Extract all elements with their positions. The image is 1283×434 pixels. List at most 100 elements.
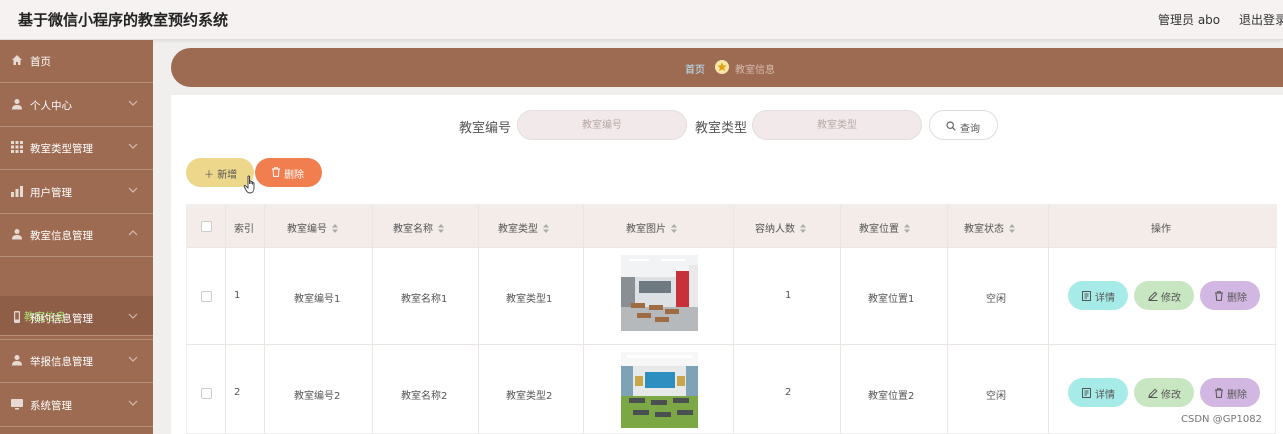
cell-room-name: 教室名称2 <box>401 391 448 402</box>
cell-status: 空闲 <box>986 294 1006 305</box>
header-room-type[interactable]: 教室类型 <box>498 220 549 235</box>
batch-delete-label: 删除 <box>284 170 304 181</box>
header-status[interactable]: 教室状态 <box>964 220 1015 235</box>
room-code-input[interactable] <box>517 110 687 140</box>
sidebar-item-label: 预约信息管理 <box>30 313 93 325</box>
breadcrumb-current: 教室信息 <box>735 65 775 76</box>
header-capacity[interactable]: 容纳人数 <box>755 220 806 235</box>
detail-button[interactable]: 详情 <box>1068 378 1128 407</box>
document-icon <box>1082 388 1091 398</box>
sidebar-item-system-management[interactable]: 系统管理 <box>0 384 153 427</box>
room-code-label: 教室编号 <box>459 121 512 136</box>
cell-capacity: 2 <box>785 387 792 398</box>
trash-icon <box>272 167 280 177</box>
chevron-down-icon <box>128 143 138 149</box>
breadcrumb-home-link[interactable]: 首页 <box>685 61 705 76</box>
header-room-name-text: 教室名称 <box>393 224 433 235</box>
cell-capacity: 1 <box>785 290 792 301</box>
edit-button[interactable]: 修改 <box>1134 281 1194 310</box>
add-button-label: ＋ 新增 <box>204 170 238 181</box>
logout-link[interactable]: 退出登录 <box>1239 11 1283 28</box>
header-room-code[interactable]: 教室编号 <box>287 220 338 235</box>
sidebar-item-label: 首页 <box>30 56 51 68</box>
sort-icon <box>543 224 549 233</box>
edit-icon <box>1148 291 1158 301</box>
admin-label: 管理员 abo <box>1158 13 1221 27</box>
header-room-image-text: 教室图片 <box>626 224 666 235</box>
home-icon <box>12 55 22 65</box>
sidebar-item-label: 教室信息管理 <box>30 230 93 242</box>
classroom-photo[interactable] <box>621 255 698 331</box>
sidebar-item-home[interactable]: 首页 <box>0 40 153 83</box>
sidebar-item-booking-management[interactable]: 预约信息管理 <box>0 297 153 340</box>
sort-icon <box>904 224 910 233</box>
batch-delete-button[interactable]: 删除 <box>255 158 322 187</box>
cell-location: 教室位置2 <box>868 391 915 402</box>
cell-room-type: 教室类型2 <box>506 391 553 402</box>
sort-icon <box>1009 224 1015 233</box>
sidebar-item-room-type[interactable]: 教室类型管理 <box>0 127 153 170</box>
grid-icon <box>11 141 23 153</box>
sidebar-item-label: 系统管理 <box>30 400 72 412</box>
delete-button[interactable]: 删除 <box>1200 378 1260 407</box>
row-checkbox[interactable] <box>201 388 212 399</box>
delete-button-label: 删除 <box>1227 390 1247 401</box>
cell-location: 教室位置1 <box>868 294 915 305</box>
table-header <box>187 205 1277 247</box>
edit-icon <box>1148 388 1158 398</box>
sidebar-item-report-management[interactable]: 举报信息管理 <box>0 340 153 383</box>
room-table: 索引 教室编号 教室名称 教室类型 教室图片 容纳人数 教室位置 教室状态 操作… <box>186 204 1277 434</box>
detail-button[interactable]: 详情 <box>1068 281 1128 310</box>
chevron-down-icon <box>128 400 138 406</box>
query-button[interactable]: 查询 <box>929 110 998 140</box>
header-room-image[interactable]: 教室图片 <box>626 220 677 235</box>
user-icon <box>12 229 22 240</box>
document-icon <box>1082 291 1091 301</box>
search-icon <box>946 121 956 131</box>
cell-status: 空闲 <box>986 391 1006 402</box>
cell-room-name: 教室名称1 <box>401 294 448 305</box>
cell-index: 2 <box>234 387 241 398</box>
header-index: 索引 <box>234 224 254 235</box>
sort-icon <box>438 224 444 233</box>
sidebar-item-label: 教室类型管理 <box>30 143 93 155</box>
star-icon <box>715 60 729 74</box>
sidebar-item-user-management[interactable]: 用户管理 <box>0 171 153 214</box>
query-button-label: 查询 <box>960 124 980 135</box>
sidebar-item-label: 用户管理 <box>30 187 72 199</box>
sidebar-item-room-info-management[interactable]: 教室信息管理 <box>0 214 153 257</box>
select-all-checkbox[interactable] <box>201 221 212 232</box>
room-type-input[interactable] <box>752 110 922 140</box>
sort-icon <box>671 224 677 233</box>
header-room-code-text: 教室编号 <box>287 224 327 235</box>
delete-button[interactable]: 删除 <box>1200 281 1260 310</box>
sidebar: 首页 个人中心 教室类型管理 用户管理 教室信息管理 教室信息 预约信息管理 举… <box>0 40 153 434</box>
header-capacity-text: 容纳人数 <box>755 224 795 235</box>
room-type-label: 教室类型 <box>695 121 748 136</box>
sidebar-item-label: 个人中心 <box>30 100 72 112</box>
detail-button-label: 详情 <box>1095 293 1115 304</box>
sidebar-item-personal-center[interactable]: 个人中心 <box>0 84 153 127</box>
cell-room-type: 教室类型1 <box>506 294 553 305</box>
trash-icon <box>1215 388 1223 398</box>
cell-room-code: 教室编号2 <box>294 391 341 402</box>
header-actions: 操作 <box>1151 224 1171 235</box>
chart-icon <box>11 186 23 197</box>
header-location[interactable]: 教室位置 <box>859 220 910 235</box>
cell-room-code: 教室编号1 <box>294 294 341 305</box>
sort-icon <box>332 224 338 233</box>
chevron-down-icon <box>128 356 138 362</box>
delete-button-label: 删除 <box>1227 293 1247 304</box>
add-button-text: 新增 <box>217 170 238 181</box>
detail-button-label: 详情 <box>1095 390 1115 401</box>
row-checkbox[interactable] <box>201 291 212 302</box>
edit-button[interactable]: 修改 <box>1134 378 1194 407</box>
app-title: 基于微信小程序的教室预约系统 <box>18 11 229 29</box>
top-bar: 基于微信小程序的教室预约系统 管理员 abo 退出登录 <box>0 0 1283 40</box>
chevron-down-icon <box>128 187 138 193</box>
header-room-name[interactable]: 教室名称 <box>393 220 444 235</box>
cell-index: 1 <box>234 290 241 301</box>
monitor-icon <box>11 399 23 410</box>
user-icon <box>12 99 22 110</box>
classroom-photo[interactable] <box>621 352 698 428</box>
